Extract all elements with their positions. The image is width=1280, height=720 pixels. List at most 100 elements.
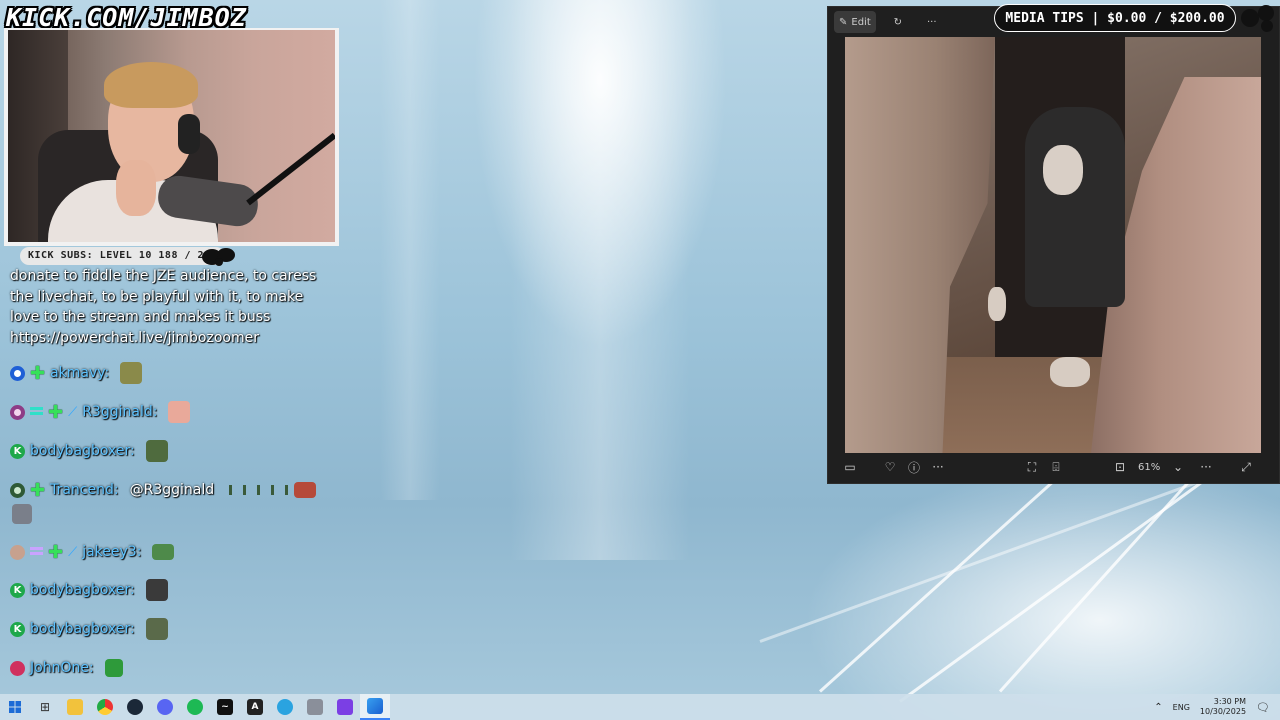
clock[interactable]: 3:30 PM 10/30/2025	[1200, 697, 1246, 717]
favorite-heart-icon[interactable]: ♡	[878, 455, 902, 479]
steam-button[interactable]	[120, 694, 150, 720]
fit-to-window-icon[interactable]: ⊡	[1108, 455, 1132, 479]
chat-message: ✚ Trancend: @R3gginald	[10, 478, 317, 502]
start-button[interactable]	[0, 694, 30, 720]
chevron-down-icon[interactable]: ⌄	[1166, 455, 1190, 479]
game-app-icon	[307, 699, 323, 715]
chat-username[interactable]: R3gginald:	[82, 404, 157, 420]
webcam-feed	[8, 30, 335, 242]
chrome-icon	[97, 699, 113, 715]
edit-icon: ✎	[839, 16, 848, 28]
chat-username[interactable]: bodybagboxer:	[30, 443, 135, 459]
app-button[interactable]: A	[240, 694, 270, 720]
windows-taskbar: ⊞ ~ A ⌃ ENG 3:30 PM 10/30/2025 🗨	[0, 694, 1280, 720]
photos-taskbar-button[interactable]	[360, 694, 390, 720]
more-icon[interactable]: ···	[1194, 455, 1218, 479]
file-explorer-button[interactable]	[60, 694, 90, 720]
media-tips-goal: MEDIA TIPS | $0.00 / $200.00	[994, 4, 1236, 32]
app-button[interactable]	[270, 694, 300, 720]
gifter-badge-icon	[30, 547, 43, 557]
sword-badge-icon: ⟋	[68, 404, 78, 420]
sub-badge-icon	[10, 404, 25, 420]
robot-emote-icon	[12, 504, 32, 524]
rotate-icon: ↻	[893, 16, 902, 28]
system-tray: ⌃ ENG 3:30 PM 10/30/2025 🗨	[1154, 694, 1280, 720]
sword-badge-icon: ⟋	[68, 544, 78, 560]
kick-badge-icon: K	[10, 621, 25, 637]
headphones-icon	[178, 114, 200, 154]
more-options-button[interactable]: ···	[920, 11, 944, 33]
plus-badge-icon: ✚	[48, 401, 64, 423]
chat-donate-message: donate to fiddle the JZE audience, to ca…	[10, 268, 317, 346]
edit-label: Edit	[851, 16, 871, 28]
language-indicator[interactable]: ENG	[1173, 703, 1190, 712]
terminal-app-icon: ~	[217, 699, 233, 715]
kick-badge-icon: K	[10, 443, 25, 459]
photo-figure-hand	[1050, 357, 1090, 387]
chrome-button[interactable]	[90, 694, 120, 720]
kick-subs-goal: KICK SUBS: LEVEL 10 188 / 200	[20, 247, 226, 265]
adobe-app-icon: A	[247, 699, 263, 715]
chat-username[interactable]: Trancend:	[50, 482, 119, 498]
notification-icon[interactable]: 🗨	[1256, 701, 1270, 714]
filmstrip-icon[interactable]: ▭	[838, 455, 862, 479]
baby-face-emote-icon	[168, 401, 191, 423]
plus-badge-icon: ✚	[48, 541, 64, 563]
webcam-streamer-hand	[116, 160, 156, 216]
clock-date: 10/30/2025	[1199, 707, 1247, 716]
chat-username[interactable]: jakeey3:	[82, 544, 141, 560]
more-icon: ···	[926, 16, 937, 28]
task-view-button[interactable]: ⊞	[30, 694, 60, 720]
chevron-up-icon[interactable]: ⌃	[1154, 702, 1162, 713]
creeper-emote-icon	[104, 659, 123, 677]
app-button[interactable]: ~	[210, 694, 240, 720]
small-emote-icon	[229, 485, 290, 495]
more-icon[interactable]: ···	[926, 455, 950, 479]
ninja-emote-icon	[145, 579, 168, 601]
chat-mention[interactable]: @R3gginald	[130, 482, 215, 498]
gifter-badge-icon	[30, 407, 43, 417]
goblin-emote-icon	[145, 440, 168, 462]
chat-username[interactable]: JohnOne:	[30, 660, 94, 676]
chat-message: ✚ ⟋ jakeey3:	[10, 540, 175, 564]
microphone-arm	[246, 132, 335, 206]
wallpaper-streak	[759, 462, 1250, 643]
info-icon[interactable]: ⓘ	[902, 455, 926, 479]
subs-goal-blob-icon	[202, 248, 235, 266]
steam-icon	[127, 699, 143, 715]
pepe-emote-icon	[152, 544, 175, 560]
chat-message: ✚ akmavy:	[10, 361, 143, 385]
discord-button[interactable]	[150, 694, 180, 720]
sub-badge-icon	[10, 660, 25, 676]
photos-bottom-bar: ▭ ♡ ⓘ ··· ⛶ ⌹ ⊡ 61% ⌄ ··· ⤢	[828, 451, 1279, 483]
chat-username[interactable]: akmavy:	[50, 365, 109, 381]
photo-figure-hand	[988, 287, 1006, 321]
app-button[interactable]	[330, 694, 360, 720]
photos-app-icon	[367, 698, 383, 714]
webcam-streamer-hair	[104, 62, 198, 108]
app-button[interactable]	[300, 694, 330, 720]
photos-app-window[interactable]: ✎ Edit ↻ ··· ▭ ♡ ⓘ ··· ⛶ ⌹ ⊡ 61% ⌄ ··· ⤢	[827, 6, 1280, 484]
wallpaper-beam	[510, 0, 690, 560]
spotify-button[interactable]	[180, 694, 210, 720]
ocr-scan-icon[interactable]: ⌹	[1044, 455, 1068, 479]
plus-badge-icon: ✚	[30, 479, 46, 501]
photo-viewer-image[interactable]	[845, 37, 1261, 453]
webcam-frame	[4, 28, 339, 246]
fullscreen-icon[interactable]: ⤢	[1234, 455, 1258, 479]
wallpaper-beam	[380, 0, 440, 500]
sub-badge-icon	[10, 482, 25, 498]
kick-badge-icon: K	[10, 582, 25, 598]
chat-username[interactable]: bodybagboxer:	[30, 582, 135, 598]
frog-emote-icon	[120, 362, 143, 384]
chat-message: K bodybagboxer:	[10, 617, 168, 641]
rotate-button[interactable]: ↻	[886, 11, 910, 33]
edit-button[interactable]: ✎ Edit	[834, 11, 876, 33]
windows-logo-icon	[9, 701, 21, 713]
zoom-level[interactable]: 61%	[1138, 462, 1166, 473]
discord-icon	[157, 699, 173, 715]
chat-username[interactable]: bodybagboxer:	[30, 621, 135, 637]
crop-icon[interactable]: ⛶	[1020, 455, 1044, 479]
chat-message: ✚ ⟋ R3gginald:	[10, 400, 191, 424]
sub-badge-icon	[10, 544, 25, 560]
